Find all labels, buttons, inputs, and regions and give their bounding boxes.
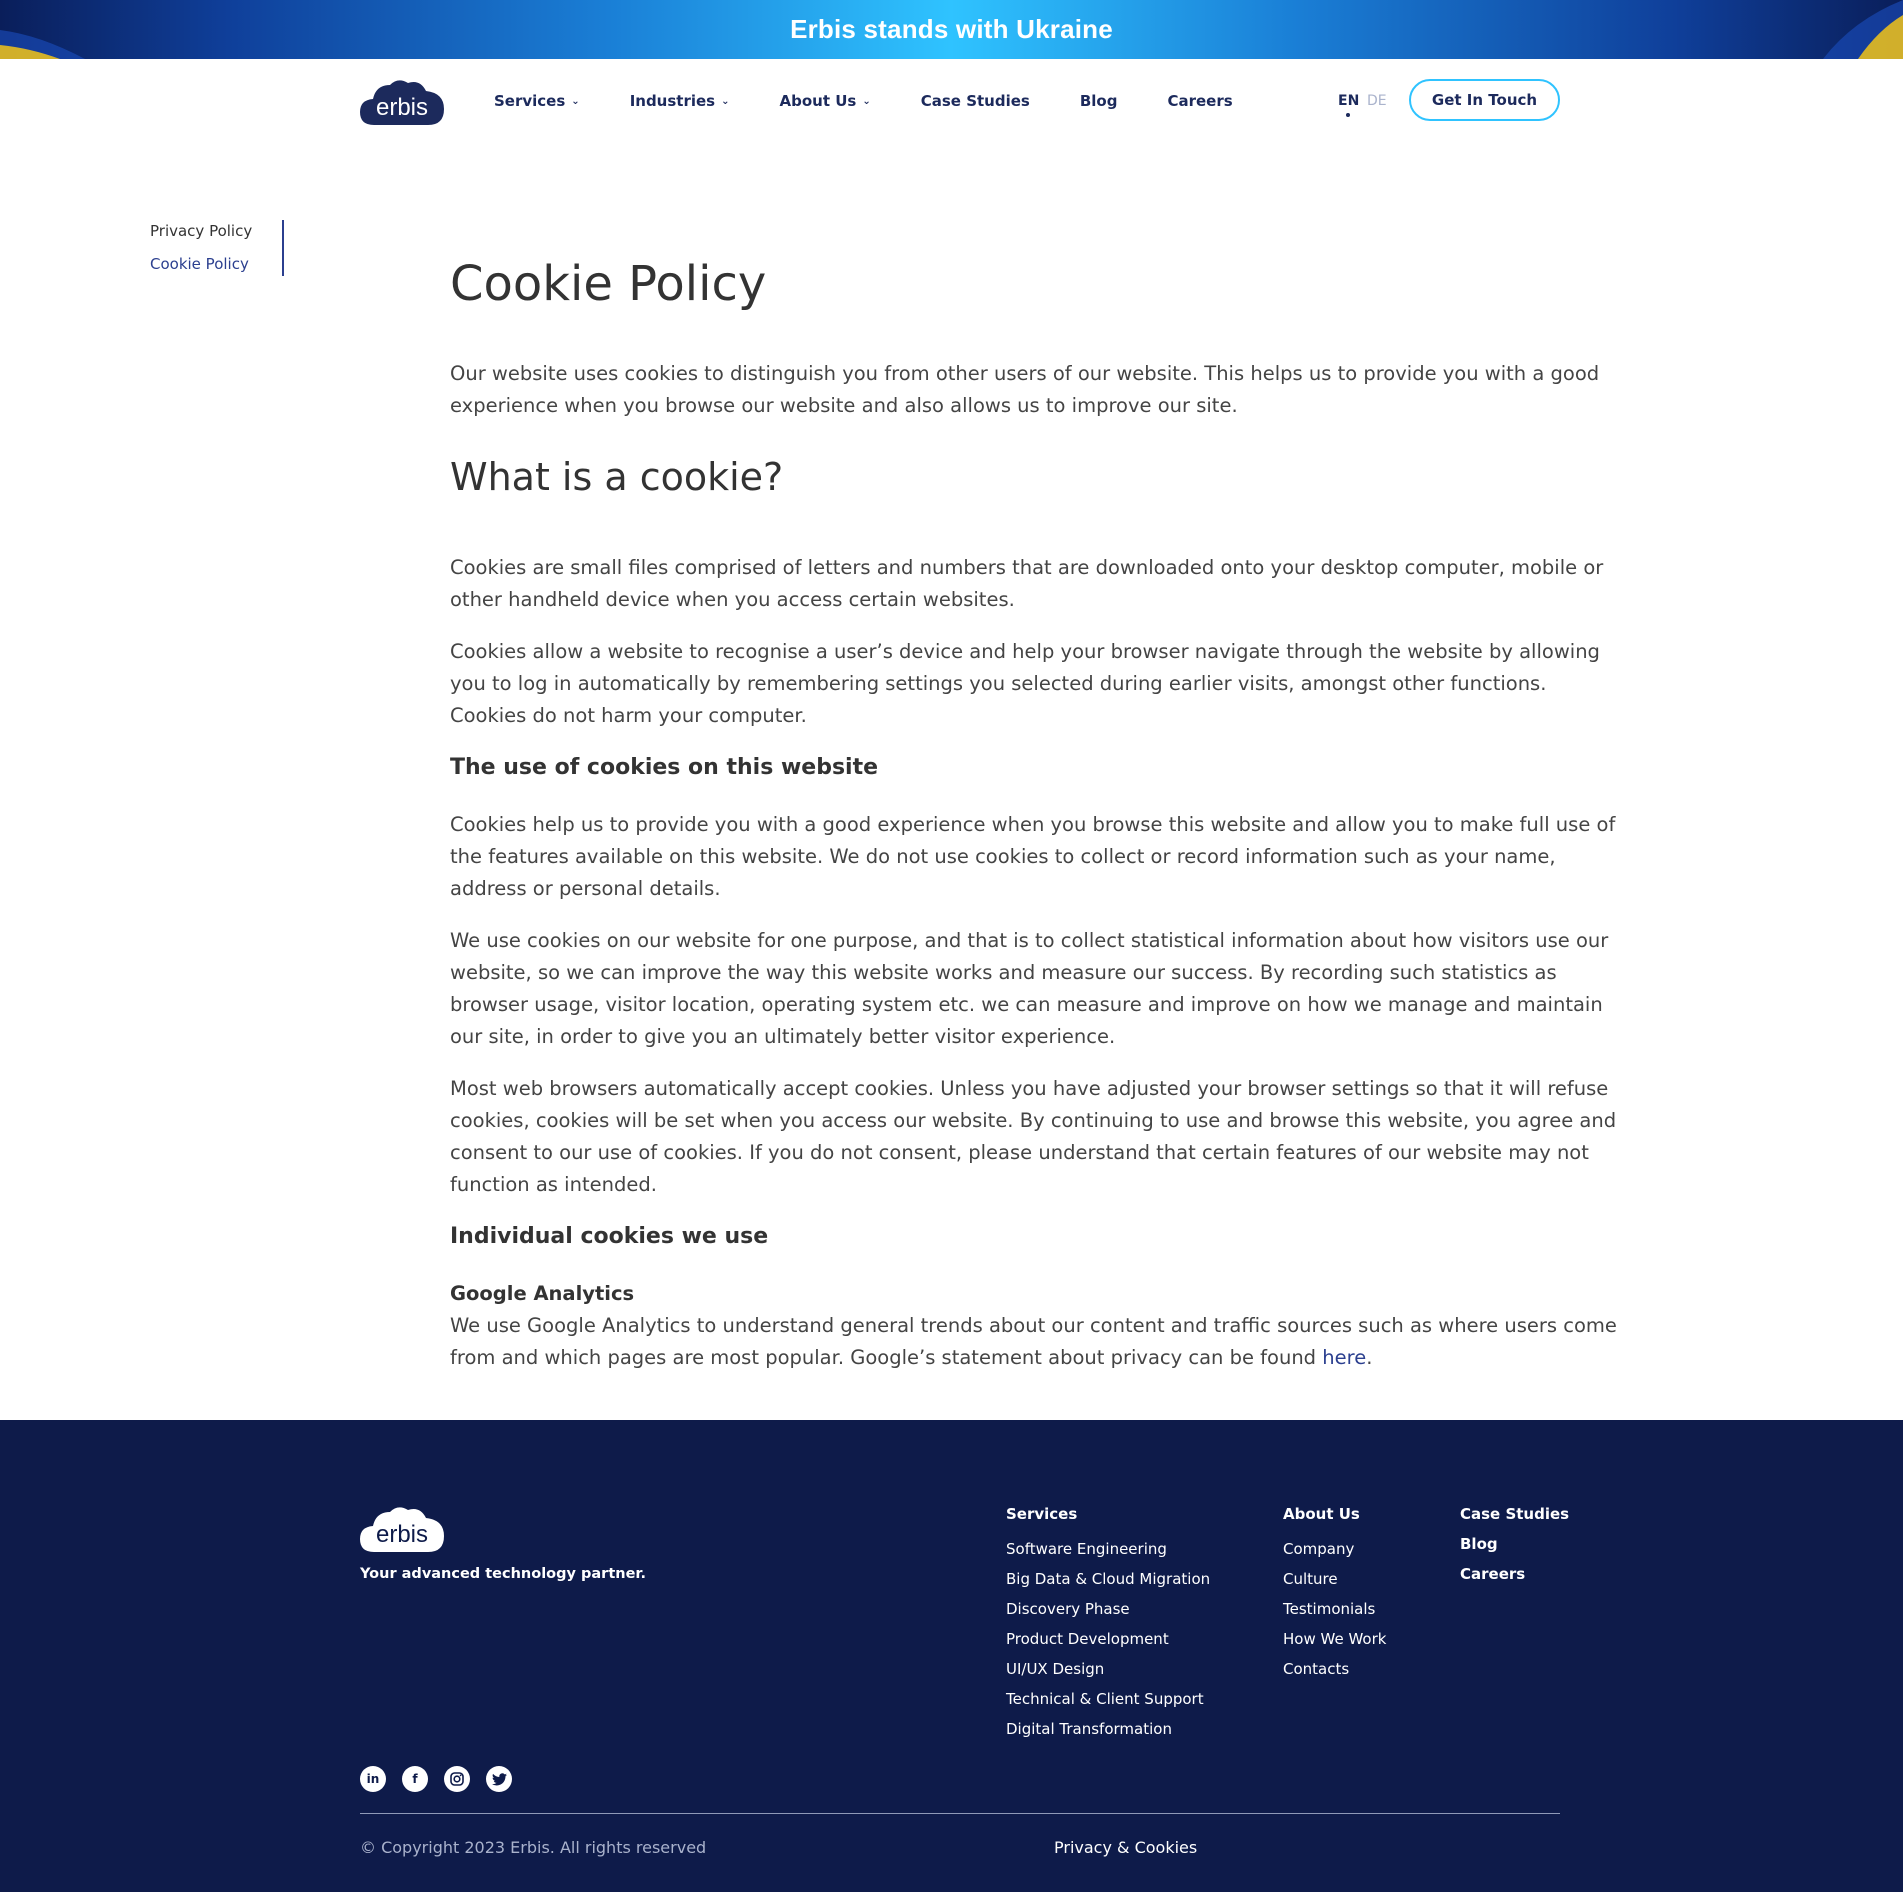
banner-text: Erbis stands with Ukraine xyxy=(790,14,1113,44)
footer-link[interactable]: Company xyxy=(1283,1534,1386,1564)
nav-careers[interactable]: Careers xyxy=(1167,92,1232,110)
paragraph: We use cookies on our website for one pu… xyxy=(450,929,1609,1048)
footer-about-heading[interactable]: About Us xyxy=(1283,1504,1386,1524)
linkedin-icon[interactable]: in xyxy=(360,1766,386,1792)
nav-case-studies[interactable]: Case Studies xyxy=(921,92,1030,110)
paragraph: Most web browsers automatically accept c… xyxy=(450,1077,1617,1196)
footer-link[interactable]: Big Data & Cloud Migration xyxy=(1006,1564,1210,1594)
lang-en[interactable]: EN xyxy=(1338,93,1359,109)
facebook-icon[interactable]: f xyxy=(402,1766,428,1792)
erbis-logo[interactable]: erbis xyxy=(360,75,444,127)
nav-industries[interactable]: Industries ⌄ xyxy=(630,92,730,110)
intro-paragraph: Our website uses cookies to distinguish … xyxy=(450,362,1600,417)
footer-case-studies-link[interactable]: Case Studies xyxy=(1460,1504,1569,1524)
footer-blog-link[interactable]: Blog xyxy=(1460,1534,1569,1554)
main-nav: Services ⌄ Industries ⌄ About Us ⌄ Case Stu… xyxy=(494,92,1283,110)
social-links: in f xyxy=(360,1766,512,1792)
banner-decoration-right xyxy=(1823,0,1903,59)
footer-extra-column: Case Studies Blog Careers xyxy=(1460,1504,1569,1594)
page-title: Cookie Policy xyxy=(450,256,767,312)
google-privacy-link[interactable]: here xyxy=(1322,1346,1366,1369)
footer-link[interactable]: Software Engineering xyxy=(1006,1534,1210,1564)
main-content: Cookie Policy Our website uses cookies t… xyxy=(450,250,1620,1394)
chevron-down-icon: ⌄ xyxy=(721,95,730,107)
nav-about-us[interactable]: About Us ⌄ xyxy=(780,92,871,110)
footer-link[interactable]: Testimonials xyxy=(1283,1594,1386,1624)
footer-logo-text: erbis xyxy=(376,1521,428,1548)
footer-services-column: Services Software Engineering Big Data &… xyxy=(1006,1504,1210,1744)
footer-tagline: Your advanced technology partner. xyxy=(360,1566,647,1582)
footer-divider xyxy=(360,1813,1560,1814)
lang-de[interactable]: DE xyxy=(1367,93,1387,109)
paragraph: Cookies allow a website to recognise a u… xyxy=(450,640,1600,727)
sidebar-item-cookie-policy[interactable]: Cookie Policy xyxy=(150,253,252,286)
get-in-touch-button[interactable]: Get In Touch xyxy=(1409,79,1560,121)
site-header: erbis Services ⌄ Industries ⌄ About Us ⌄ Ca… xyxy=(0,59,1903,143)
section-heading-what-is-cookie: What is a cookie? xyxy=(450,455,784,499)
lang-active-indicator xyxy=(1346,113,1350,117)
footer-link[interactable]: Discovery Phase xyxy=(1006,1594,1210,1624)
google-analytics-paragraph: We use Google Analytics to understand ge… xyxy=(450,1314,1617,1369)
footer-link[interactable]: UI/UX Design xyxy=(1006,1654,1210,1684)
footer-link[interactable]: Culture xyxy=(1283,1564,1386,1594)
footer-link[interactable]: Contacts xyxy=(1283,1654,1386,1684)
sidebar-item-privacy-policy[interactable]: Privacy Policy xyxy=(150,220,252,253)
policy-sidebar: Privacy Policy Cookie Policy xyxy=(150,220,252,286)
footer-link[interactable]: Digital Transformation xyxy=(1006,1714,1210,1744)
paragraph: Cookies are small files comprised of let… xyxy=(450,556,1604,611)
chevron-down-icon: ⌄ xyxy=(571,95,580,107)
ukraine-banner: Erbis stands with Ukraine xyxy=(0,0,1903,59)
footer-erbis-logo[interactable]: erbis xyxy=(360,1502,444,1554)
footer-services-heading[interactable]: Services xyxy=(1006,1504,1210,1524)
footer-link[interactable]: Technical & Client Support xyxy=(1006,1684,1210,1714)
section-heading-individual-cookies: Individual cookies we use xyxy=(450,1224,769,1249)
site-footer: erbis Your advanced technology partner. … xyxy=(0,1420,1903,1892)
twitter-icon[interactable] xyxy=(486,1766,512,1792)
banner-decoration-left xyxy=(0,30,85,59)
google-analytics-heading: Google Analytics xyxy=(450,1282,635,1305)
footer-link[interactable]: How We Work xyxy=(1283,1624,1386,1654)
footer-link[interactable]: Product Development xyxy=(1006,1624,1210,1654)
privacy-cookies-link[interactable]: Privacy & Cookies xyxy=(1054,1838,1197,1857)
instagram-icon[interactable] xyxy=(444,1766,470,1792)
footer-about-column: About Us Company Culture Testimonials Ho… xyxy=(1283,1504,1386,1684)
chevron-down-icon: ⌄ xyxy=(862,95,871,107)
logo-text: erbis xyxy=(376,94,428,121)
footer-careers-link[interactable]: Careers xyxy=(1460,1564,1569,1584)
nav-services[interactable]: Services ⌄ xyxy=(494,92,580,110)
nav-blog[interactable]: Blog xyxy=(1080,92,1118,110)
copyright-text: © Copyright 2023 Erbis. All rights reser… xyxy=(360,1838,707,1857)
section-heading-use-of-cookies: The use of cookies on this website xyxy=(450,755,879,780)
paragraph: Cookies help us to provide you with a go… xyxy=(450,813,1616,900)
sidebar-divider xyxy=(282,220,284,276)
